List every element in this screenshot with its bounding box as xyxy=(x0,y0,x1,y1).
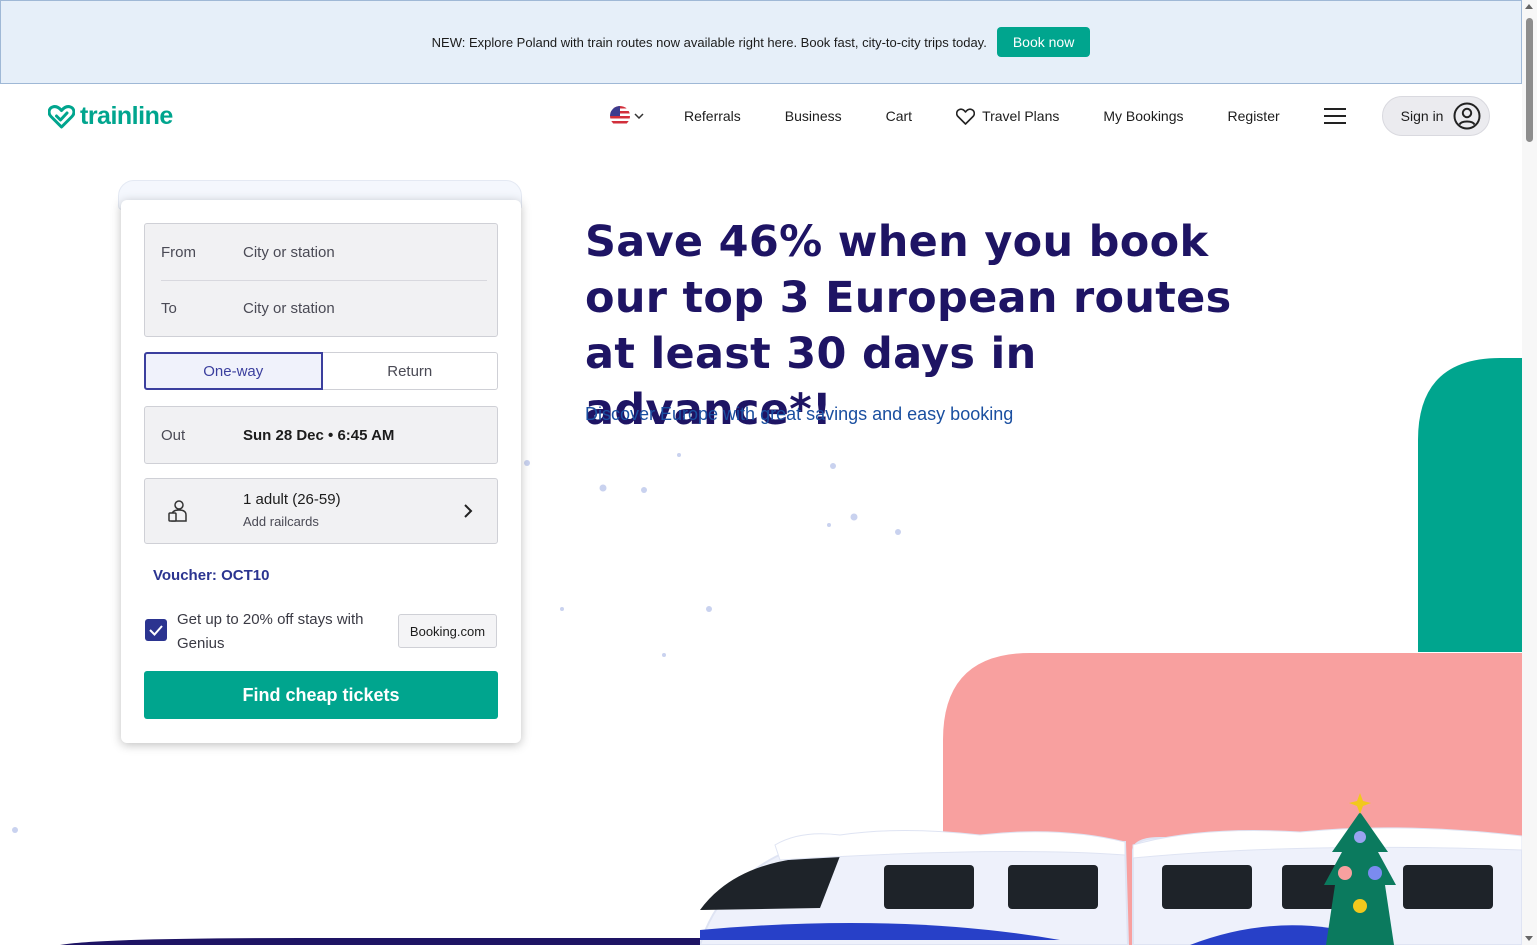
add-railcards-link[interactable]: Add railcards xyxy=(243,514,319,529)
hamburger-menu-icon[interactable] xyxy=(1323,108,1346,124)
to-label: To xyxy=(161,299,177,317)
site-header: trainline Referrals Business Cart Travel… xyxy=(0,84,1522,148)
hero-subtitle: Discover Europe with great savings and e… xyxy=(585,404,1014,424)
scroll-down-arrow-icon[interactable] xyxy=(1525,936,1533,941)
from-to-fields: From City or station To City or station xyxy=(144,223,498,337)
to-input[interactable]: City or station xyxy=(243,300,335,317)
nav-referrals[interactable]: Referrals xyxy=(684,108,741,124)
booking-com-badge: Booking.com xyxy=(398,614,497,648)
genius-offer: Get up to 20% off stays with Genius Book… xyxy=(144,608,498,652)
travel-plans-label: Travel Plans xyxy=(982,108,1060,124)
passengers-field[interactable]: 1 adult (26-59) Add railcards xyxy=(144,478,498,544)
from-input[interactable]: City or station xyxy=(243,244,335,261)
one-way-option[interactable]: One-way xyxy=(144,352,323,390)
nav-cart[interactable]: Cart xyxy=(886,108,912,124)
scroll-thumb[interactable] xyxy=(1526,18,1533,142)
heart-logo-icon xyxy=(48,104,75,128)
nav-business[interactable]: Business xyxy=(785,108,842,124)
out-datetime: Sun 28 Dec • 6:45 AM xyxy=(243,426,395,444)
locale-selector[interactable] xyxy=(610,106,644,126)
from-label: From xyxy=(161,243,196,261)
chevron-right-icon xyxy=(464,504,473,518)
nav-travel-plans[interactable]: Travel Plans xyxy=(956,107,1060,125)
main-nav: Referrals Business Cart Travel Plans My … xyxy=(610,96,1491,136)
find-tickets-button[interactable]: Find cheap tickets xyxy=(144,671,498,719)
page-scrollbar[interactable] xyxy=(1522,0,1537,945)
genius-text: Get up to 20% off stays with Genius xyxy=(177,611,364,652)
heart-icon xyxy=(956,107,976,125)
nav-register[interactable]: Register xyxy=(1228,108,1280,124)
return-option[interactable]: Return xyxy=(322,352,498,390)
trainline-logo[interactable]: trainline xyxy=(48,102,173,131)
scroll-up-arrow-icon[interactable] xyxy=(1525,4,1533,9)
outbound-date-field[interactable]: Out Sun 28 Dec • 6:45 AM xyxy=(144,406,498,464)
voucher-code[interactable]: Voucher: OCT10 xyxy=(153,567,269,584)
passenger-count: 1 adult (26-59) xyxy=(243,491,341,508)
genius-checkbox[interactable] xyxy=(145,619,167,641)
search-card: From City or station To City or station … xyxy=(121,200,521,743)
chevron-down-icon xyxy=(634,113,644,119)
to-field[interactable]: To City or station xyxy=(145,280,497,336)
sign-in-label: Sign in xyxy=(1400,108,1444,124)
promo-text: NEW: Explore Poland with train routes no… xyxy=(431,34,987,50)
trip-type-toggle: One-way Return xyxy=(144,352,498,390)
user-avatar-icon xyxy=(1453,102,1481,130)
book-now-button[interactable]: Book now xyxy=(996,27,1091,57)
promo-banner: NEW: Explore Poland with train routes no… xyxy=(0,0,1522,84)
logo-text: trainline xyxy=(80,102,173,130)
out-label: Out xyxy=(161,426,186,444)
us-flag-icon xyxy=(610,106,630,126)
passenger-icon xyxy=(168,500,187,522)
from-field[interactable]: From City or station xyxy=(145,224,497,280)
sign-in-button[interactable]: Sign in xyxy=(1381,96,1491,136)
checkmark-icon xyxy=(149,625,163,636)
nav-my-bookings[interactable]: My Bookings xyxy=(1103,108,1183,124)
